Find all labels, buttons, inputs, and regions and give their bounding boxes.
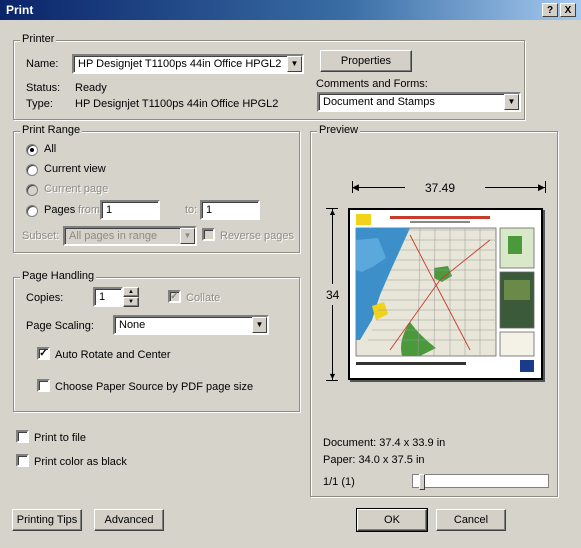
copies-label: Copies: bbox=[26, 292, 64, 304]
print-color-black-label[interactable]: Print color as black bbox=[34, 456, 127, 468]
document-size-label: Document: 37.4 x 33.9 in bbox=[323, 437, 446, 449]
map-thumbnail bbox=[355, 214, 535, 372]
range-current-page-label: Current page bbox=[44, 183, 109, 195]
map-footer-text-bar bbox=[356, 362, 466, 365]
auto-rotate-checkbox[interactable]: ✓ bbox=[37, 347, 50, 360]
width-arrow-right-icon: ▶ bbox=[538, 182, 545, 192]
height-arrow-down-icon: ▼ bbox=[328, 371, 337, 381]
cancel-button[interactable]: Cancel bbox=[436, 509, 506, 531]
page-scaling-label: Page Scaling: bbox=[26, 320, 94, 332]
printer-name-label: Name: bbox=[26, 58, 59, 70]
paper-source-checkbox[interactable] bbox=[37, 379, 50, 392]
preview-legend: Preview bbox=[317, 124, 361, 136]
auto-rotate-label[interactable]: Auto Rotate and Center bbox=[55, 349, 171, 361]
inset-photo-detail bbox=[504, 280, 530, 300]
printer-name-dropdown[interactable]: HP Designjet T1100ps 44in Office HPGL2 ▼ bbox=[72, 54, 304, 74]
print-range-legend: Print Range bbox=[20, 124, 83, 136]
copies-input[interactable]: 1 bbox=[93, 287, 123, 307]
help-button[interactable]: ? bbox=[542, 3, 558, 17]
range-pages-radio[interactable] bbox=[26, 205, 38, 217]
copies-up-arrow-icon[interactable]: ▲ bbox=[123, 287, 139, 297]
dropdown-arrow-icon: ▼ bbox=[180, 228, 195, 244]
page-scaling-value: None bbox=[119, 319, 146, 331]
width-dim-line-left bbox=[353, 187, 405, 188]
range-current-view-label[interactable]: Current view bbox=[44, 163, 106, 175]
height-dim-line-bottom bbox=[332, 305, 333, 380]
map-subtitle-bar bbox=[410, 221, 470, 223]
preview-height-value: 34 bbox=[326, 288, 340, 302]
ok-button[interactable]: OK bbox=[356, 508, 428, 532]
reverse-pages-checkbox bbox=[202, 228, 215, 241]
printer-type-value: HP Designjet T1100ps 44in Office HPGL2 bbox=[75, 98, 279, 110]
range-all-label[interactable]: All bbox=[44, 143, 56, 155]
range-current-page-radio bbox=[26, 184, 38, 196]
comments-forms-value: Document and Stamps bbox=[323, 96, 435, 108]
page-handling-legend: Page Handling bbox=[20, 270, 97, 282]
dropdown-arrow-icon[interactable]: ▼ bbox=[252, 317, 267, 333]
height-dim-line-top bbox=[332, 209, 333, 284]
pages-to-input[interactable]: 1 bbox=[200, 200, 260, 220]
width-dim-line-right bbox=[485, 187, 545, 188]
printing-tips-button[interactable]: Printing Tips bbox=[12, 509, 82, 531]
collate-checkbox: ✓ bbox=[168, 290, 181, 303]
range-current-view-radio[interactable] bbox=[26, 164, 38, 176]
printer-status-label: Status: bbox=[26, 82, 61, 94]
window-title: Print bbox=[6, 3, 34, 17]
copies-down-arrow-icon[interactable]: ▼ bbox=[123, 297, 139, 307]
preview-page-slider[interactable] bbox=[412, 474, 549, 490]
slider-thumb[interactable] bbox=[419, 474, 425, 490]
map-title-bar bbox=[390, 216, 490, 219]
subset-label: Subset: bbox=[22, 230, 60, 242]
width-dim-tick-right bbox=[545, 181, 546, 193]
properties-button[interactable]: Properties bbox=[320, 50, 412, 72]
printer-name-value: HP Designjet T1100ps 44in Office HPGL2 bbox=[78, 58, 282, 70]
width-arrow-left-icon: ◀ bbox=[352, 182, 359, 192]
print-to-file-label[interactable]: Print to file bbox=[34, 432, 86, 444]
printer-status-value: Ready bbox=[75, 82, 107, 94]
comments-forms-dropdown[interactable]: Document and Stamps ▼ bbox=[317, 92, 521, 112]
dropdown-arrow-icon[interactable]: ▼ bbox=[287, 56, 302, 72]
map-logo-block bbox=[356, 214, 371, 225]
page-scaling-dropdown[interactable]: None ▼ bbox=[113, 315, 269, 335]
printer-type-label: Type: bbox=[26, 98, 53, 110]
collate-label: Collate bbox=[186, 292, 221, 304]
inset-legend bbox=[499, 331, 535, 357]
print-color-black-checkbox[interactable] bbox=[16, 454, 29, 467]
paper-size-label: Paper: 34.0 x 37.5 in bbox=[323, 454, 425, 466]
comments-forms-label: Comments and Forms: bbox=[316, 78, 428, 90]
inset-map-top-green bbox=[508, 236, 522, 254]
advanced-button[interactable]: Advanced bbox=[94, 509, 164, 531]
pages-from-input[interactable]: 1 bbox=[100, 200, 160, 220]
height-arrow-up-icon: ▲ bbox=[328, 207, 337, 217]
preview-sheet bbox=[348, 208, 543, 380]
dropdown-arrow-icon[interactable]: ▼ bbox=[504, 94, 519, 110]
reverse-pages-label: Reverse pages bbox=[220, 230, 294, 242]
printer-legend: Printer bbox=[20, 33, 57, 45]
range-pages-label[interactable]: Pages bbox=[44, 204, 75, 216]
preview-width-value: 37.49 bbox=[425, 181, 456, 195]
subset-value: All pages in range bbox=[69, 230, 158, 242]
title-bar: Print ? X bbox=[0, 0, 581, 20]
pages-to-label: to: bbox=[185, 204, 198, 216]
print-to-file-checkbox[interactable] bbox=[16, 430, 29, 443]
map-footer-logo bbox=[520, 360, 534, 372]
paper-source-label[interactable]: Choose Paper Source by PDF page size bbox=[55, 381, 253, 393]
subset-dropdown: All pages in range ▼ bbox=[63, 226, 197, 246]
range-all-radio[interactable] bbox=[26, 144, 38, 156]
close-button[interactable]: X bbox=[560, 3, 576, 17]
page-counter: 1/1 (1) bbox=[323, 476, 355, 488]
